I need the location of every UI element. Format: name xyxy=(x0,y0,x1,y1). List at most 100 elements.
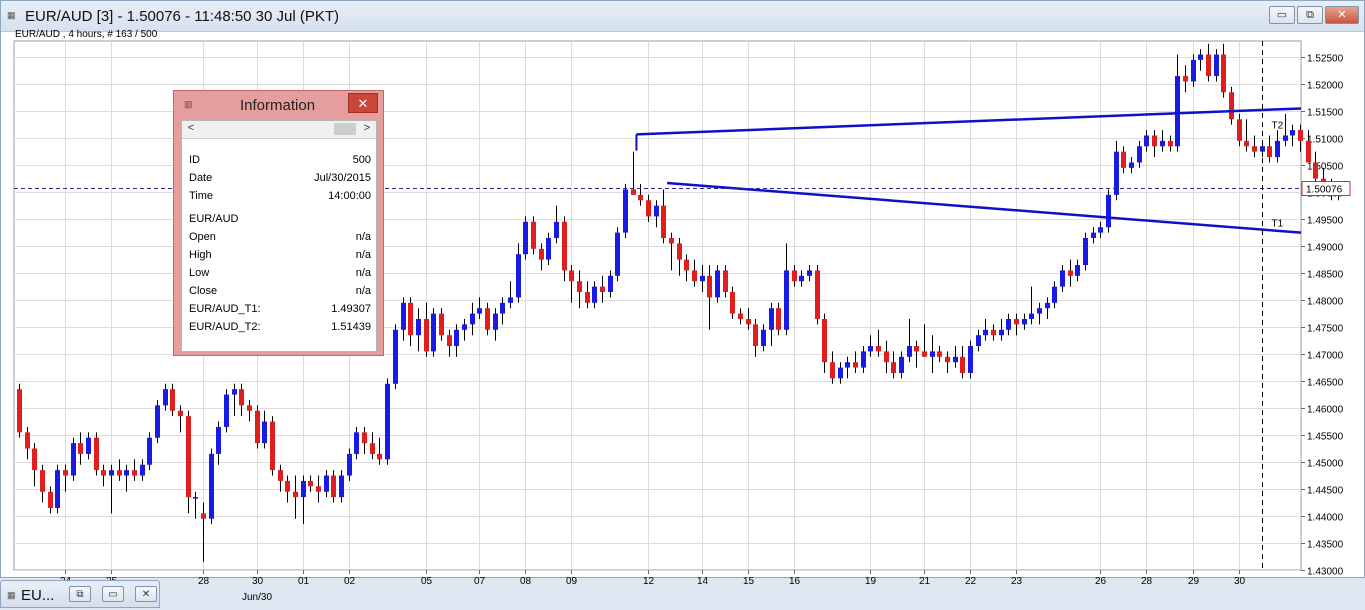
candle-body xyxy=(477,308,482,314)
candle-body xyxy=(470,313,475,325)
x-tick-label: 21 xyxy=(919,576,931,587)
x-tick-label: 08 xyxy=(520,576,532,587)
candle-body xyxy=(715,270,720,298)
candle-body xyxy=(1121,151,1126,168)
candle-body xyxy=(960,356,965,373)
candle-body xyxy=(937,351,942,357)
candle-body xyxy=(1214,54,1219,77)
candle-body xyxy=(1068,270,1073,276)
candle-body xyxy=(876,345,881,352)
y-tick-label: 1.49500 xyxy=(1307,216,1344,227)
candle-body xyxy=(147,437,152,465)
candle-body xyxy=(1183,76,1188,82)
candle-body xyxy=(1029,313,1034,319)
candle-body xyxy=(1252,146,1257,152)
candle-body xyxy=(1091,232,1096,239)
candle-body xyxy=(439,313,444,336)
x-tick-label: 09 xyxy=(566,576,578,587)
tab-restore-button[interactable]: ⧉ xyxy=(69,586,91,602)
candle-body xyxy=(546,238,551,260)
candle-body xyxy=(1275,140,1280,158)
candle-body xyxy=(769,308,774,330)
candle-body xyxy=(1052,286,1057,303)
candle-body xyxy=(815,270,820,319)
x-tick-label: 19 xyxy=(865,576,877,587)
candle-body xyxy=(401,302,406,330)
candle-body xyxy=(101,470,106,476)
candle-body xyxy=(1298,130,1303,141)
scroll-right-icon[interactable]: > xyxy=(360,122,374,134)
candle-body xyxy=(922,351,927,357)
candle-body xyxy=(262,421,267,444)
candle-body xyxy=(447,335,452,346)
candle-body xyxy=(40,470,45,492)
candle-body xyxy=(807,270,812,276)
candle-body xyxy=(753,324,758,346)
candle-body xyxy=(539,248,544,260)
info-close-button[interactable]: ✕ xyxy=(348,93,378,113)
candle-body xyxy=(1129,162,1134,168)
minimized-chart-tab[interactable]: ▦ EU... ⧉ ▭ ✕ xyxy=(0,580,160,608)
candle-body xyxy=(71,443,76,476)
candle-body xyxy=(723,270,728,293)
candle-body xyxy=(178,410,183,417)
candle-body xyxy=(700,275,705,282)
y-tick-label: 1.48500 xyxy=(1307,270,1344,281)
candle-body xyxy=(17,389,22,433)
x-tick-label: 05 xyxy=(421,576,433,587)
candle-body xyxy=(1045,302,1050,309)
info-scrollbar[interactable]: < > xyxy=(182,121,376,139)
info-title: Information xyxy=(240,97,316,114)
x-tick-label: 22 xyxy=(965,576,977,587)
info-row-t1: EUR/AUD_T1: 1.49307 xyxy=(189,303,371,315)
y-tick-label: 1.45500 xyxy=(1307,432,1344,443)
candle-body xyxy=(25,432,30,449)
candle-body xyxy=(308,480,313,487)
candle-body xyxy=(523,221,528,255)
candle-body xyxy=(1098,227,1103,233)
grip-icon: ▥ xyxy=(184,99,193,109)
candle-body xyxy=(585,292,590,303)
candle-body xyxy=(1244,140,1249,147)
candle-body xyxy=(1313,162,1318,179)
candle-body xyxy=(247,405,252,411)
candle-body xyxy=(1198,54,1203,60)
y-tick-label: 1.49000 xyxy=(1307,243,1344,254)
candle-body xyxy=(899,356,904,373)
candle-body xyxy=(968,345,973,373)
candle-body xyxy=(78,443,83,454)
candle-body xyxy=(385,383,390,460)
x-tick-label: 30 xyxy=(252,576,264,587)
candle-body xyxy=(646,200,651,217)
candle-body xyxy=(861,351,866,368)
candle-body xyxy=(324,475,329,492)
x-tick-label: 26 xyxy=(1095,576,1107,587)
information-panel[interactable]: ▥ Information ✕ < > ID 500 Date Jul/30/201… xyxy=(173,90,384,356)
tab-close-button[interactable]: ✕ xyxy=(135,586,157,602)
info-title-bar[interactable]: ▥ Information ✕ xyxy=(174,91,383,117)
candle-body xyxy=(730,292,735,314)
info-row-time: Time 14:00:00 xyxy=(189,190,371,202)
y-tick-label: 1.45000 xyxy=(1307,459,1344,470)
x-tick-label: 23 xyxy=(1011,576,1023,587)
x-tick-label: 02 xyxy=(344,576,356,587)
candle-body xyxy=(999,329,1004,336)
x-tick-label: 16 xyxy=(789,576,801,587)
candle-body xyxy=(301,480,306,498)
candle-body xyxy=(201,513,206,519)
candle-body xyxy=(799,275,804,282)
candle-body xyxy=(631,189,636,195)
candle-body xyxy=(1168,140,1173,147)
candle-body xyxy=(270,421,275,471)
tab-minimize-button[interactable]: ▭ xyxy=(102,586,124,602)
candle-body xyxy=(431,313,436,352)
scroll-left-icon[interactable]: < xyxy=(184,122,198,134)
candle-body xyxy=(454,329,459,346)
candle-body xyxy=(531,221,536,249)
candle-body xyxy=(224,394,229,427)
candle-body xyxy=(868,345,873,352)
candle-body xyxy=(838,367,843,379)
tab-label: EU... xyxy=(21,587,55,604)
scroll-thumb[interactable] xyxy=(334,123,356,135)
candle-body xyxy=(638,194,643,201)
